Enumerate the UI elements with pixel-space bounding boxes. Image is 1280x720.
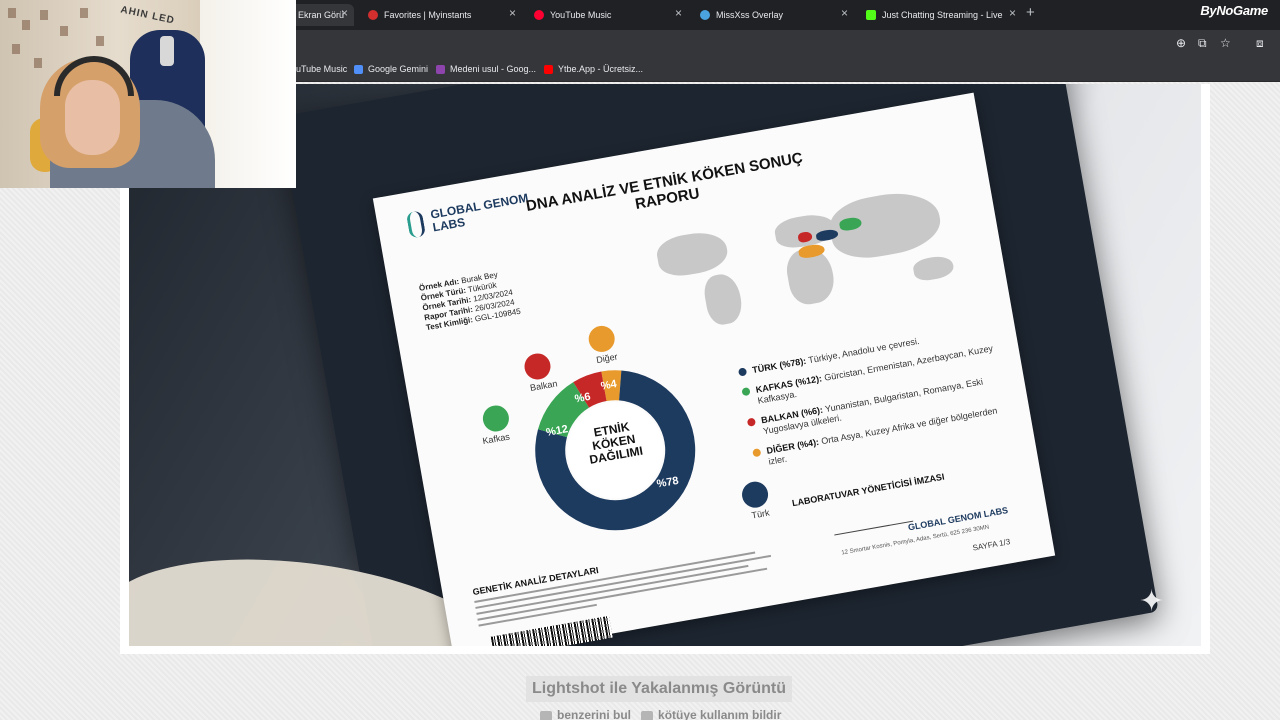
legend-swatch (737, 367, 748, 377)
wall-photo (96, 36, 104, 46)
bookmark-label: Ytbe.App - Ücretsiz... (558, 64, 644, 74)
flag-icon (641, 710, 654, 720)
close-icon[interactable]: × (509, 6, 516, 20)
bookmark-label: Medeni usul - Goog... (450, 64, 537, 74)
close-icon[interactable]: × (1009, 6, 1016, 20)
legend-swatch (746, 417, 757, 427)
wall-photo (60, 26, 68, 36)
wall-photo (34, 58, 42, 68)
report-abuse-label: kötüye kullanım bildir (658, 708, 782, 720)
kick-favicon-icon (866, 10, 876, 20)
myinstants-favicon-icon (368, 10, 378, 20)
close-icon[interactable]: × (675, 6, 682, 20)
bookmark-star-icon[interactable]: ☆ (1220, 36, 1231, 50)
legend-swatch (741, 387, 751, 397)
youtube-music-favicon-icon (534, 10, 544, 20)
category-kafkas: Kafkas (481, 431, 511, 447)
close-icon[interactable]: × (841, 6, 848, 20)
wall-photo (40, 10, 48, 20)
wall-photo (8, 8, 16, 18)
bookmark-label: Google Gemini (368, 64, 429, 74)
find-similar-label: benzerini bul (557, 708, 632, 720)
lightshot-caption: Lightshot ile Yakalanmış Görüntü (526, 676, 792, 702)
webcam-overlay: AHIN LED (0, 0, 296, 188)
map-americas-north (654, 228, 731, 280)
chart-legend: TÜRK (%78): Türkiye, Anadolu ve çevresi.… (737, 323, 1014, 479)
docs-icon (436, 64, 445, 74)
signature-lab-name: GLOBAL GENOM LABS (907, 505, 1009, 533)
ethnic-origin-chart: ETNİK KÖKEN DAĞILIMI %78 %12 %6 %4 Kafka… (480, 323, 770, 549)
bookmark-label: uTube Music (296, 64, 348, 74)
overlay-favicon-icon (700, 10, 710, 20)
bynogame-logo: ByNoGame (1200, 3, 1268, 18)
tab-title: Ekran Görü (298, 10, 345, 20)
map-americas-south (701, 271, 745, 327)
gemini-icon (354, 64, 363, 74)
tab-myinstants[interactable]: Favorites | Myinstants × (360, 4, 522, 26)
bookmark-youtube-music[interactable]: uTube Music (296, 64, 347, 74)
camera-icon (540, 710, 552, 720)
screen: GLOBAL GENOM LABS DNA ANALİZ VE ETNİK KÖ… (0, 0, 1280, 720)
extensions-icon[interactable]: ⧈ (1256, 36, 1264, 51)
legend-swatch (752, 448, 762, 458)
map-oceania (911, 253, 956, 283)
sample-details: Örnek Adı: Burak Bey Örnek Türü: Tükürük… (418, 267, 521, 333)
bookmark-medeni-usul[interactable]: Medeni usul - Goog... (436, 64, 536, 74)
bookmark-ytbe-app[interactable]: Ytbe.App - Ücretsiz... (544, 64, 643, 74)
legend-label: DİĞER (%4): (765, 436, 820, 456)
page-number: SAYFA 1/3 (971, 537, 1011, 553)
sparkle-icon: ✦ (1139, 585, 1165, 618)
dna-helix-icon (405, 210, 427, 239)
wall-photo (80, 8, 88, 18)
tab-title: Favorites | Myinstants (384, 10, 472, 20)
zoom-icon[interactable]: ⊕ (1176, 36, 1186, 50)
tab-title: MissXss Overlay (716, 10, 784, 20)
bookmark-gemini[interactable]: Google Gemini (354, 64, 428, 74)
legend-label: TÜRK (%78): (751, 355, 807, 376)
globe-icon (586, 323, 617, 354)
wall-photo (12, 44, 20, 54)
tab-youtube-music[interactable]: YouTube Music × (526, 4, 688, 26)
chair-logo (160, 36, 174, 66)
youtube-icon (544, 64, 553, 74)
tab-kick-stream[interactable]: Just Chatting Streaming - Live × (858, 4, 1022, 26)
new-tab-button[interactable]: + (1026, 4, 1035, 21)
footer-links: benzerini bul kötüye kullanım bildir (540, 708, 781, 720)
mountain-icon (480, 403, 511, 434)
tab-missxss-overlay[interactable]: MissXss Overlay × (692, 4, 854, 26)
close-icon[interactable]: × (341, 6, 348, 20)
report-abuse-link[interactable]: kötüye kullanım bildir (641, 708, 781, 720)
tab-title: Just Chatting Streaming - Live (882, 10, 1003, 20)
category-turk: Türk (750, 507, 771, 521)
tab-screenshot[interactable]: Ekran Görü × (290, 4, 354, 26)
wall-photo (22, 20, 30, 30)
find-similar-link[interactable]: benzerini bul (540, 708, 631, 720)
tab-title: YouTube Music (550, 10, 612, 20)
install-app-icon[interactable]: ⧉ (1198, 36, 1207, 51)
crescent-star-icon (739, 479, 771, 510)
